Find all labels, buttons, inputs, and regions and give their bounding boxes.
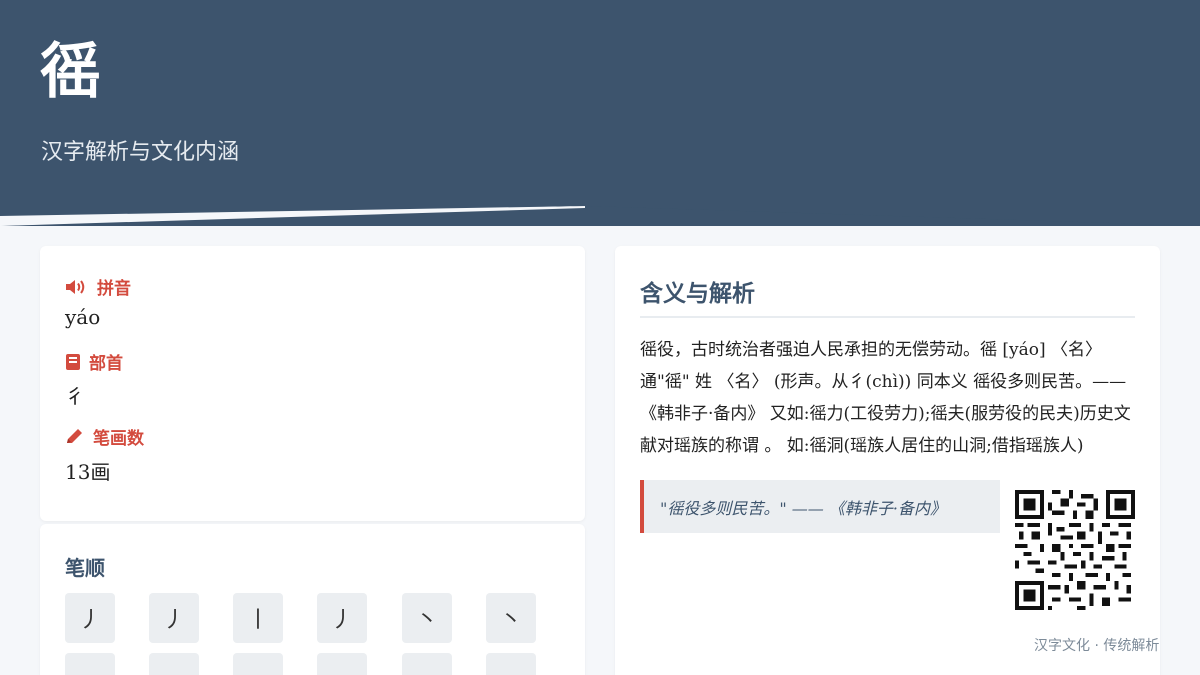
pencil-icon (67, 428, 82, 443)
stroke-box: 丿 (149, 593, 199, 643)
banner-slash-decoration (0, 206, 1200, 226)
stroke-box (65, 653, 115, 675)
strokes-value: 13画 (65, 460, 111, 484)
header-banner: 徭 汉字解析与文化内涵 (0, 0, 1200, 226)
pinyin-value: yáo (65, 305, 101, 329)
radical-label-row: 部首 (65, 349, 123, 374)
stroke-box (233, 653, 283, 675)
stroke-box: 丶 (486, 593, 536, 643)
stroke-box (317, 653, 367, 675)
stroke-box (402, 653, 452, 675)
stroke-box: 丿 (65, 593, 115, 643)
book-icon (66, 353, 80, 370)
stroke-box: 丿 (317, 593, 367, 643)
quote-block: "徭役多则民苦。" —— 《韩非子·备内》 (640, 480, 1000, 533)
character-title: 徭 (40, 37, 100, 107)
radical-label: 部首 (89, 354, 123, 374)
stroke-order-card: 笔顺 丿 丿 丨 丿 丶 丶 (40, 524, 585, 675)
pinyin-label: 拼音 (97, 279, 131, 299)
stroke-order-title: 笔顺 (65, 556, 105, 580)
stroke-box (149, 653, 199, 675)
stroke-box (486, 653, 536, 675)
radical-value: 彳 (65, 384, 85, 408)
qr-code-icon[interactable] (1015, 490, 1135, 610)
pinyin-label-row: 拼音 (65, 274, 131, 299)
info-card: 拼音 yáo 部首 彳 笔画数 13画 (40, 246, 585, 521)
meaning-title: 含义与解析 (640, 280, 755, 307)
strokes-label: 笔画数 (93, 429, 144, 449)
stroke-box: 丶 (402, 593, 452, 643)
page-subtitle: 汉字解析与文化内涵 (41, 140, 240, 165)
divider (640, 316, 1135, 318)
meaning-card: 含义与解析 徭役，古时统治者强迫人民承担的无偿劳动。徭 [yáo] 〈名〉通"徭… (615, 246, 1160, 675)
speaker-icon (66, 279, 85, 294)
stroke-box: 丨 (233, 593, 283, 643)
strokes-label-row: 笔画数 (65, 424, 144, 449)
footer-note: 汉字文化 · 传统解析 (1034, 638, 1160, 654)
meaning-text: 徭役，古时统治者强迫人民承担的无偿劳动。徭 [yáo] 〈名〉通"徭" 姓 〈名… (640, 340, 1131, 456)
